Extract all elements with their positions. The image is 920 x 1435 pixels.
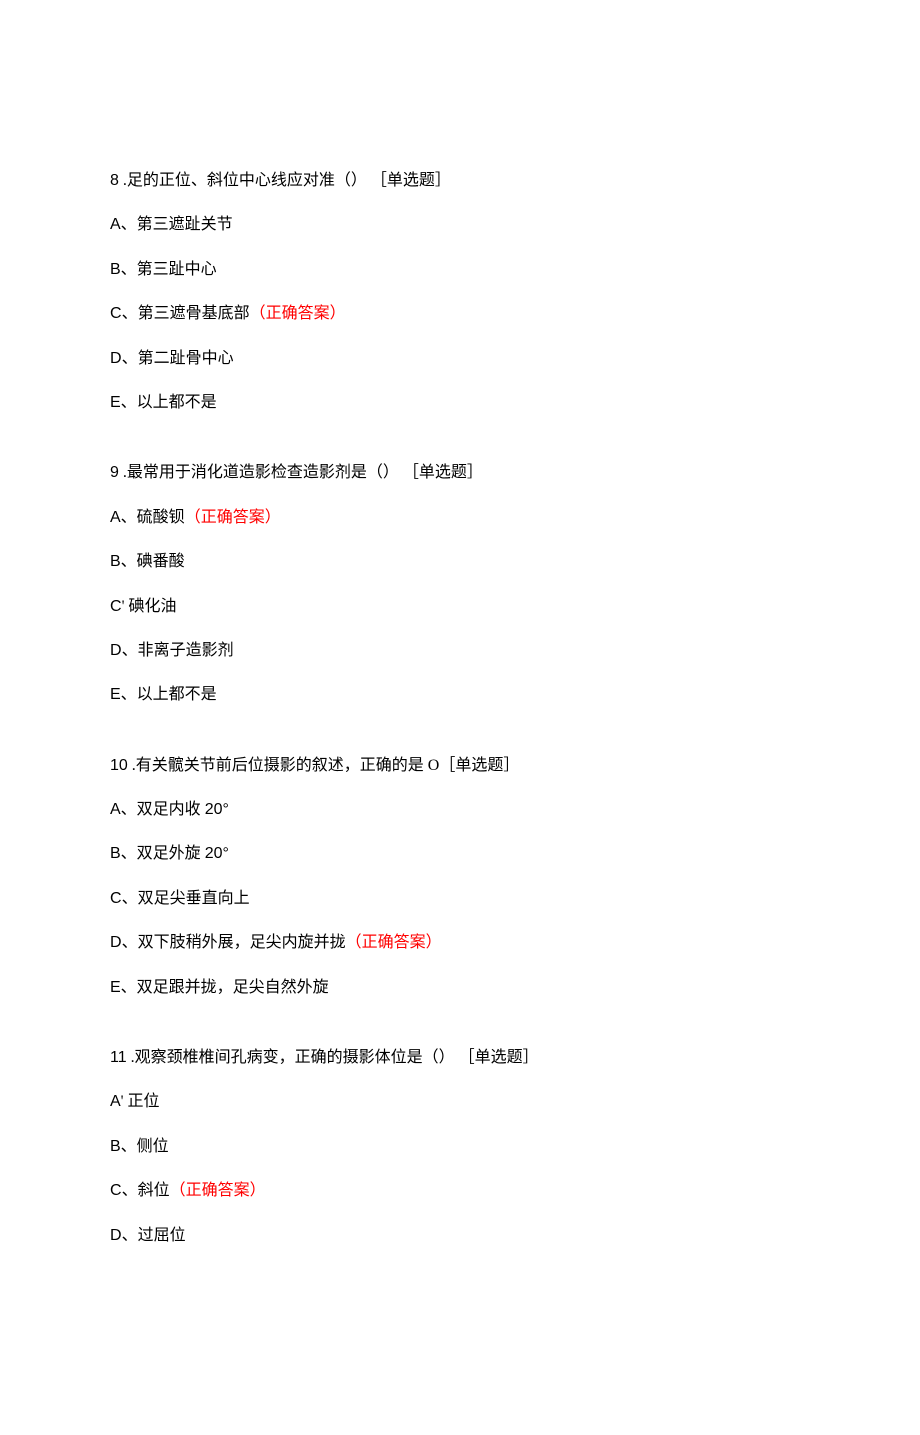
question-block: 8 .足的正位、斜位中心线应对准（） ［单选题］ A、第三遮趾关节 B、第三趾中心 C… — [110, 170, 810, 414]
question-stem: 10 .有关髋关节前后位摄影的叙述，正确的是 O［单选题］ — [110, 755, 810, 777]
option-text: 、第三遮趾关节 — [121, 216, 233, 233]
option-text: 、侧位 — [121, 1138, 169, 1155]
question-block: 10 .有关髋关节前后位摄影的叙述，正确的是 O［单选题］A、双足内收 20°B… — [110, 755, 810, 999]
question-stem: 9 .最常用于消化道造影检查造影剂是（） ［单选题］ — [110, 462, 810, 484]
answer-option: C、斜位（正确答案） — [110, 1180, 810, 1202]
option-suffix: 20° — [205, 845, 229, 862]
option-text: 、碘番酸 — [121, 553, 185, 570]
answer-option: E、双足跟并拢，足尖自然外旋 — [110, 977, 810, 999]
question-stem-text: .最常用于消化道造影检查造影剂是（） ［单选题］ — [119, 464, 483, 481]
question-number: 8 — [110, 172, 119, 189]
option-letter: C — [110, 598, 122, 615]
option-letter: B — [110, 261, 121, 278]
option-letter: C — [110, 890, 122, 907]
answer-option: B、侧位 — [110, 1136, 810, 1158]
option-text: 、以上都不是 — [121, 394, 217, 411]
answer-option: D、第二趾骨中心 — [110, 348, 810, 370]
option-text: 、双下肢稍外展，足尖内旋并拢 — [122, 934, 346, 951]
option-letter: D — [110, 1227, 122, 1244]
option-text: 、斜位 — [122, 1182, 170, 1199]
answer-option: B、第三趾中心 — [110, 259, 810, 281]
question-stem-text: .有关髋关节前后位摄影的叙述，正确的是 O［单选题］ — [128, 757, 520, 774]
option-letter: D — [110, 642, 122, 659]
option-suffix: 20° — [205, 801, 229, 818]
question-block: 11 .观察颈椎椎间孔病变，正确的摄影体位是（） ［单选题］ A' 正位 B、侧位 C… — [110, 1047, 810, 1247]
option-letter: E — [110, 979, 121, 996]
answer-option: A、第三遮趾关节 — [110, 214, 810, 236]
option-text: 、第二趾骨中心 — [122, 350, 234, 367]
document-content: 8 .足的正位、斜位中心线应对准（） ［单选题］A、第三遮趾关节B、第三趾中心C… — [110, 170, 810, 1247]
answer-option: D、过屈位 — [110, 1225, 810, 1247]
option-letter: B — [110, 1138, 121, 1155]
option-letter: A — [110, 1093, 121, 1110]
option-text: ' 碘化油 — [122, 598, 177, 615]
correct-answer-marker: （正确答案） — [185, 509, 281, 526]
question-block: 9 .最常用于消化道造影检查造影剂是（） ［单选题］ A、硫酸钡（正确答案） B、碘… — [110, 462, 810, 706]
option-text: 、过屈位 — [122, 1227, 186, 1244]
option-text: 、双足内收 — [121, 801, 205, 818]
option-letter: B — [110, 553, 121, 570]
option-letter: A — [110, 509, 121, 526]
option-letter: C — [110, 1182, 122, 1199]
answer-option: B、碘番酸 — [110, 551, 810, 573]
option-text: 、以上都不是 — [121, 686, 217, 703]
option-text: 、第三遮骨基底部 — [122, 305, 250, 322]
option-text: 、双足外旋 — [121, 845, 205, 862]
option-letter: A — [110, 801, 121, 818]
answer-option: C、双足尖垂直向上 — [110, 888, 810, 910]
option-letter: D — [110, 350, 122, 367]
option-text: 、双足跟并拢，足尖自然外旋 — [121, 979, 329, 996]
correct-answer-marker: （正确答案） — [346, 934, 442, 951]
option-letter: B — [110, 845, 121, 862]
question-stem-text: .足的正位、斜位中心线应对准（） ［单选题］ — [119, 172, 451, 189]
correct-answer-marker: （正确答案） — [250, 305, 346, 322]
question-stem-text: .观察颈椎椎间孔病变，正确的摄影体位是（） ［单选题］ — [127, 1049, 539, 1066]
option-letter: E — [110, 686, 121, 703]
option-letter: C — [110, 305, 122, 322]
answer-option: C' 碘化油 — [110, 596, 810, 618]
answer-option: A、双足内收 20° — [110, 799, 810, 821]
answer-option: A、硫酸钡（正确答案） — [110, 507, 810, 529]
correct-answer-marker: （正确答案） — [170, 1182, 266, 1199]
option-letter: A — [110, 216, 121, 233]
question-number: 11 — [110, 1049, 127, 1066]
answer-option: D、非离子造影剂 — [110, 640, 810, 662]
option-text: 、第三趾中心 — [121, 261, 217, 278]
answer-option: E、以上都不是 — [110, 392, 810, 414]
answer-option: B、双足外旋 20° — [110, 843, 810, 865]
question-number: 10 — [110, 757, 128, 774]
option-letter: E — [110, 394, 121, 411]
answer-option: C、第三遮骨基底部（正确答案） — [110, 303, 810, 325]
option-text: 、硫酸钡 — [121, 509, 185, 526]
option-text: 、非离子造影剂 — [122, 642, 234, 659]
option-text: 、双足尖垂直向上 — [122, 890, 250, 907]
option-text: ' 正位 — [121, 1093, 160, 1110]
question-stem: 8 .足的正位、斜位中心线应对准（） ［单选题］ — [110, 170, 810, 192]
answer-option: D、双下肢稍外展，足尖内旋并拢（正确答案） — [110, 932, 810, 954]
question-stem: 11 .观察颈椎椎间孔病变，正确的摄影体位是（） ［单选题］ — [110, 1047, 810, 1069]
answer-option: E、以上都不是 — [110, 684, 810, 706]
option-letter: D — [110, 934, 122, 951]
answer-option: A' 正位 — [110, 1091, 810, 1113]
question-number: 9 — [110, 464, 119, 481]
